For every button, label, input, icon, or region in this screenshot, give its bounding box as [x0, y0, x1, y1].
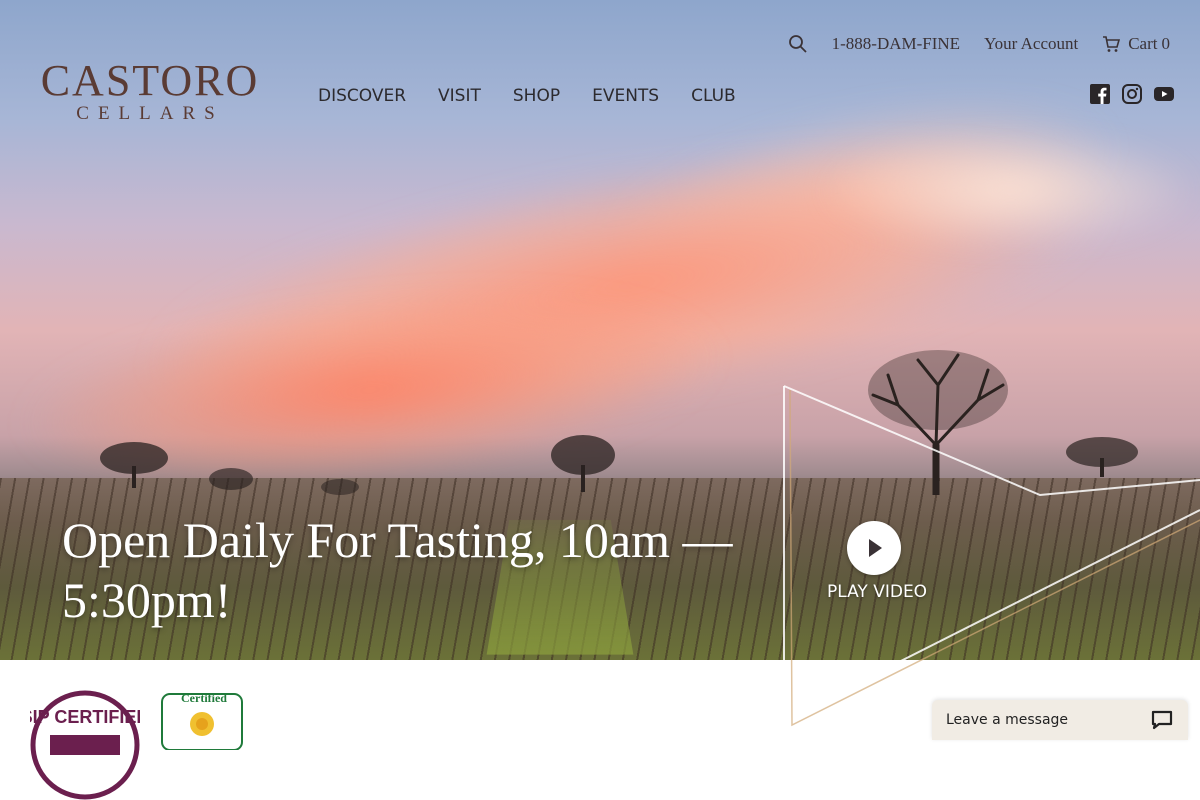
instagram-icon[interactable]	[1122, 84, 1142, 104]
chat-label: Leave a message	[946, 712, 1069, 728]
chat-widget[interactable]: Leave a message	[932, 700, 1188, 740]
nav-item-club[interactable]: CLUB	[691, 86, 736, 106]
certified-sustainable-badge: Certified	[161, 691, 243, 750]
oak-tree	[209, 468, 253, 490]
account-link[interactable]: Your Account	[984, 34, 1078, 54]
oak-tree	[551, 435, 615, 492]
nav-item-discover[interactable]: DISCOVER	[318, 86, 406, 106]
nav-item-shop[interactable]: SHOP	[513, 86, 560, 106]
facebook-icon[interactable]	[1090, 84, 1110, 104]
nav-item-events[interactable]: EVENTS	[592, 86, 659, 106]
oak-tree	[1066, 437, 1138, 477]
utility-bar: 1-888-DAM-FINE Your Account Cart 0	[788, 34, 1170, 54]
search-icon[interactable]	[788, 34, 808, 54]
play-video-button[interactable]	[847, 521, 901, 575]
sip-certified-badge: SIP CERTIFIED	[30, 690, 140, 800]
chat-bubble-icon	[1151, 710, 1173, 730]
hero-headline: Open Daily For Tasting, 10am — 5:30pm!	[62, 512, 733, 628]
cart-label: Cart	[1128, 34, 1158, 53]
brand-logo[interactable]: CASTORO CELLARS	[30, 58, 270, 124]
cloud	[820, 130, 1200, 250]
cart-icon	[1103, 36, 1121, 52]
oak-tree-large	[868, 350, 1008, 495]
play-video-label[interactable]: PLAY VIDEO	[827, 582, 927, 602]
sip-badge-text: SIP CERTIFIED	[30, 707, 140, 727]
nav-item-visit[interactable]: VISIT	[438, 86, 481, 106]
cart-link[interactable]: Cart 0	[1102, 34, 1170, 54]
oak-tree	[321, 479, 359, 495]
phone-link[interactable]: 1-888-DAM-FINE	[832, 34, 960, 54]
youtube-icon[interactable]	[1154, 84, 1174, 104]
social-links	[1090, 84, 1174, 104]
main-nav: DISCOVER VISIT SHOP EVENTS CLUB	[318, 86, 768, 106]
logo-subtitle: CELLARS	[76, 103, 224, 124]
oak-tree	[100, 442, 168, 488]
logo-wordmark: CASTORO	[40, 56, 260, 105]
certified-badge-text: Certified	[181, 691, 227, 705]
cart-count: 0	[1161, 34, 1171, 53]
